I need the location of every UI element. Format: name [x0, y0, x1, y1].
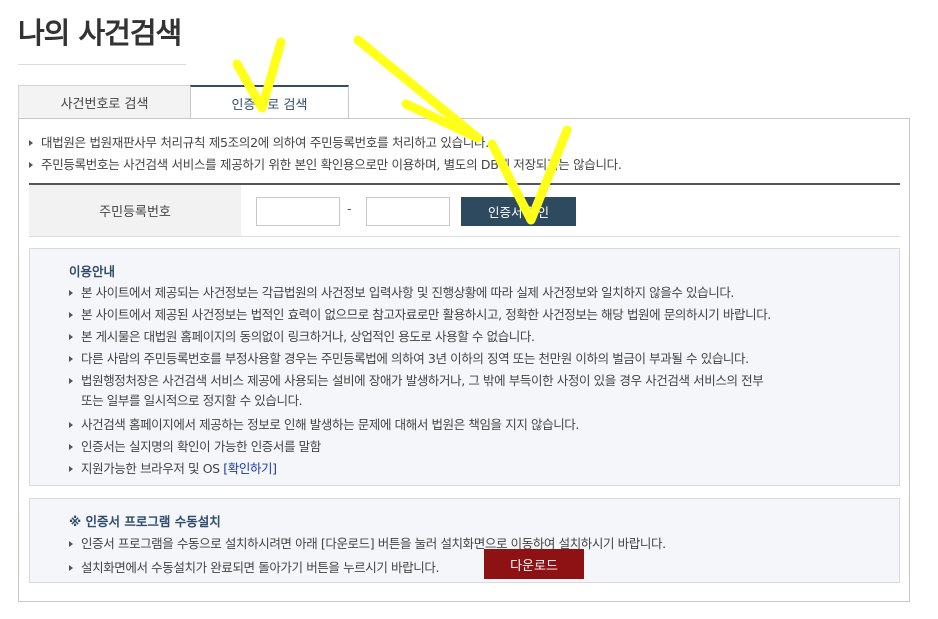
list-item-continuation: 또는 일부를 일시적으로 정지할 수 있습니다. [81, 393, 303, 408]
title-divider [18, 64, 186, 65]
certificate-search-panel: 대법원은 법원재판사무 처리규칙 제5조의2에 의하여 주민등록번호를 처리하고… [18, 118, 910, 602]
bullet-icon [69, 355, 73, 362]
usage-guide-box: 이용안내 본 사이트에서 제공되는 사건정보는 각급법원의 사건정보 입력사항 … [29, 248, 900, 486]
list-item: 설치화면에서 수동설치가 완료되면 돌아가기 버튼을 누르시기 바랍니다. [69, 557, 439, 576]
bullet-icon [69, 311, 73, 318]
notice-line: 대법원은 법원재판사무 처리규칙 제5조의2에 의하여 주민등록번호를 처리하고… [29, 132, 489, 151]
bullet-icon [69, 465, 73, 472]
bullet-icon [69, 377, 73, 384]
download-button[interactable]: 다운로드 [484, 549, 584, 579]
browser-check-link[interactable]: [확인하기] [223, 461, 277, 476]
jumin-form-row: 주민등록번호 - 인증서 확인 [29, 185, 900, 237]
list-item: 법원행정처장은 사건검색 서비스 제공에 사용되는 설비에 장애가 발생하거나,… [69, 370, 764, 389]
tab-case-number-search[interactable]: 사건번호로 검색 [18, 85, 191, 119]
bullet-icon [69, 333, 73, 340]
usage-guide-title: 이용안내 [69, 264, 116, 279]
bullet-icon [69, 443, 73, 450]
bullet-icon [69, 289, 73, 296]
jumin-second-input[interactable] [366, 197, 450, 226]
jumin-first-input[interactable] [256, 197, 340, 226]
certificate-confirm-button[interactable]: 인증서 확인 [461, 197, 576, 226]
notice-line: 주민등록번호는 사건검색 서비스를 제공하기 위한 본인 확인용으로만 이용하며… [29, 154, 622, 173]
list-item: 본 사이트에서 제공되는 사건정보는 각급법원의 사건정보 입력사항 및 진행상… [69, 282, 734, 301]
bullet-icon [29, 161, 33, 168]
search-tabs: 사건번호로 검색 인증서로 검색 [18, 85, 910, 120]
jumin-separator: - [347, 202, 352, 217]
list-item: 본 게시물은 대법원 홈페이지의 동의없이 링크하거나, 상업적인 용도로 사용… [69, 326, 535, 345]
bullet-icon [69, 540, 73, 547]
bullet-icon [69, 564, 73, 571]
list-item: 다른 사람의 주민등록번호를 부정사용할 경우는 주민등록법에 의하여 3년 이… [69, 348, 749, 367]
tab-certificate-search[interactable]: 인증서로 검색 [190, 85, 349, 120]
page-title: 나의 사건검색 [18, 16, 182, 50]
bullet-icon [29, 139, 33, 146]
list-item: 본 사이트에서 제공된 사건정보는 법적인 효력이 없으므로 참고자료로만 활용… [69, 304, 771, 323]
manual-install-title: ※ 인증서 프로그램 수동설치 [69, 514, 221, 529]
list-item: 인증서는 실지명의 확인이 가능한 인증서를 말함 [69, 436, 321, 455]
jumin-label: 주민등록번호 [29, 185, 241, 236]
manual-install-box: ※ 인증서 프로그램 수동설치 인증서 프로그램을 수동으로 설치하시려면 아래… [29, 498, 900, 583]
list-item: 지원가능한 브라우저 및 OS [확인하기] [69, 458, 277, 477]
bullet-icon [69, 421, 73, 428]
list-item: 사건검색 홈페이지에서 제공하는 정보로 인해 발생하는 문제에 대해서 법원은… [69, 414, 579, 433]
